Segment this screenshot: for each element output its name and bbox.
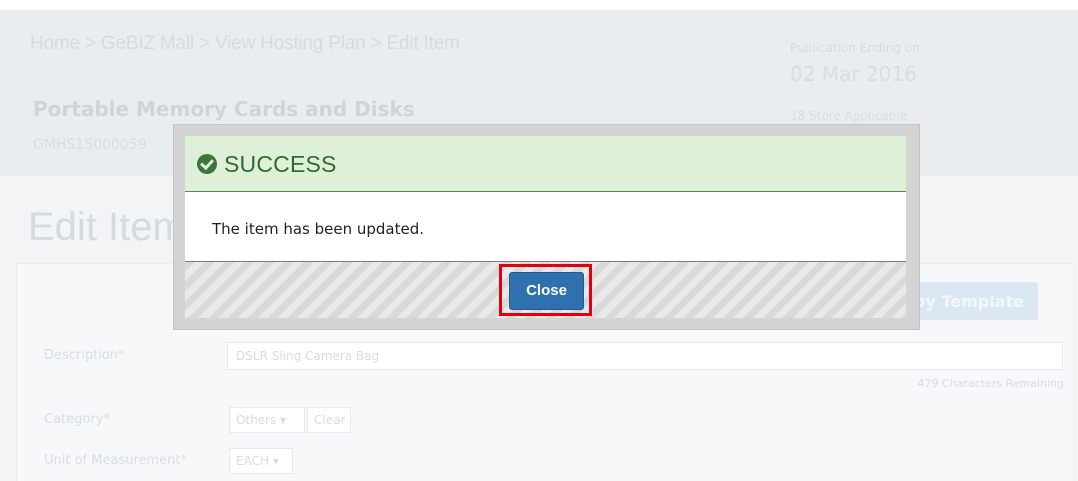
dialog-title: SUCCESS: [224, 151, 337, 177]
page-title: Edit Item: [28, 205, 186, 249]
category-label: Category*: [44, 412, 110, 427]
uom-label: Unit of Measurement*: [44, 453, 187, 468]
dialog-footer: Close: [185, 261, 906, 318]
item-title: Portable Memory Cards and Disks: [33, 97, 415, 121]
uom-label-text: Unit of Measurement: [44, 453, 181, 468]
category-label-text: Category: [44, 412, 104, 427]
top-strip: [0, 0, 1078, 10]
description-label: Description*: [44, 348, 125, 363]
description-input[interactable]: DSLR Sling Camera Bag: [227, 342, 1063, 370]
publication-label: Publication Ending on: [790, 41, 920, 55]
stores-applicable: 18 Store Applicable: [790, 109, 908, 123]
dialog-header: SUCCESS: [185, 136, 906, 192]
required-marker: *: [103, 412, 110, 427]
dialog-message: The item has been updated.: [212, 220, 424, 238]
publication-date: 02 Mar 2016: [790, 62, 917, 86]
uom-select[interactable]: EACH ▾: [229, 448, 293, 474]
close-button[interactable]: Close: [509, 272, 584, 310]
required-marker: *: [118, 348, 125, 363]
description-label-text: Description: [44, 348, 119, 363]
required-marker: *: [180, 453, 188, 468]
check-circle-icon: [197, 154, 217, 174]
category-select[interactable]: Others ▾: [229, 407, 305, 433]
item-code: GMHS15000059: [33, 137, 147, 153]
success-dialog: SUCCESS The item has been updated. Close: [185, 136, 906, 318]
category-clear-button[interactable]: Clear: [307, 407, 351, 433]
characters-remaining: 479 Characters Remaining: [917, 377, 1064, 390]
breadcrumb: Home > GeBIZ Mall > View Hosting Plan > …: [30, 33, 460, 54]
